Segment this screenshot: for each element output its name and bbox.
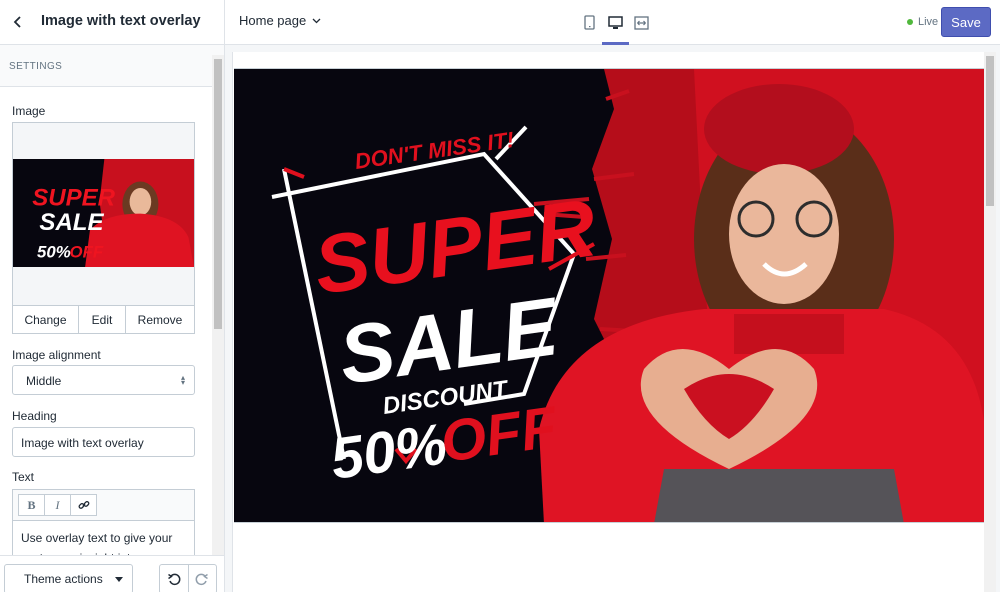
back-button[interactable] <box>8 12 28 32</box>
link-icon <box>78 501 89 509</box>
redo-button[interactable] <box>189 565 217 592</box>
section-title: Image with text overlay <box>41 13 201 29</box>
theme-actions-button[interactable]: Theme actions <box>4 564 133 592</box>
svg-text:OFF: OFF <box>69 243 103 262</box>
image-actions: Change Edit Remove <box>12 305 195 334</box>
live-status: Live <box>907 16 938 28</box>
full-width-view-button[interactable] <box>629 0 654 45</box>
desktop-view-button[interactable] <box>602 0 629 45</box>
caret-down-icon <box>114 576 123 582</box>
svg-text:SUPER: SUPER <box>32 184 116 211</box>
sidebar-scrollbar[interactable] <box>212 55 224 555</box>
page-selector-label: Home page <box>239 13 307 28</box>
image-label: Image <box>12 104 46 118</box>
viewport-switcher <box>577 0 655 45</box>
heading-input[interactable]: Image with text overlay <box>12 427 195 457</box>
preview-frame: DON'T MISS IT! SUPER SALE DISCOUNT 50% O… <box>232 52 985 592</box>
text-editor-toolbar: B I <box>12 489 195 520</box>
expand-icon <box>634 15 649 30</box>
link-button[interactable] <box>70 494 97 516</box>
chevron-left-icon <box>13 16 21 28</box>
alignment-label: Image alignment <box>12 348 101 362</box>
settings-sidebar: SETTINGS Image SUPER SALE 50% OFF Change… <box>0 45 225 592</box>
mobile-view-button[interactable] <box>577 0 602 45</box>
live-status-dot <box>907 19 913 25</box>
undo-icon <box>167 573 181 586</box>
page-selector[interactable]: Home page <box>239 13 321 28</box>
edit-image-button[interactable]: Edit <box>79 306 126 333</box>
history-controls <box>159 564 217 592</box>
select-arrows-icon: ▴ ▾ <box>180 373 185 387</box>
preview-scrollbar[interactable] <box>984 52 996 592</box>
heading-label: Heading <box>12 409 57 423</box>
image-preview-box[interactable]: SUPER SALE 50% OFF <box>12 122 195 305</box>
change-image-button[interactable]: Change <box>13 306 79 333</box>
chevron-down-icon <box>312 18 321 23</box>
remove-image-button[interactable]: Remove <box>126 306 194 333</box>
settings-header: SETTINGS <box>0 45 224 87</box>
top-bar: Image with text overlay Home page Live S… <box>0 0 1000 45</box>
alignment-select[interactable]: Middle ▴ ▾ <box>12 365 195 395</box>
undo-button[interactable] <box>160 565 189 592</box>
divider <box>224 0 225 45</box>
redo-icon <box>195 573 209 586</box>
banner-graphic: DON'T MISS IT! SUPER SALE DISCOUNT 50% O… <box>234 69 985 522</box>
bold-button[interactable]: B <box>18 494 45 516</box>
desktop-icon <box>608 15 623 29</box>
svg-text:SALE: SALE <box>39 209 104 236</box>
alignment-value: Middle <box>26 374 62 388</box>
sidebar-scrollbar-thumb[interactable] <box>214 59 222 329</box>
sidebar-footer: Theme actions <box>0 555 224 592</box>
theme-preview: DON'T MISS IT! SUPER SALE DISCOUNT 50% O… <box>225 45 1000 592</box>
theme-actions-label: Theme actions <box>24 572 103 586</box>
svg-text:50%: 50% <box>37 243 71 262</box>
preview-scrollbar-thumb[interactable] <box>986 56 994 206</box>
banner-thumbnail: SUPER SALE 50% OFF <box>13 159 194 267</box>
save-button[interactable]: Save <box>941 7 991 37</box>
live-status-label: Live <box>918 16 939 28</box>
image-with-text-overlay-banner[interactable]: DON'T MISS IT! SUPER SALE DISCOUNT 50% O… <box>234 68 985 523</box>
italic-button[interactable]: I <box>44 494 71 516</box>
mobile-icon <box>583 15 595 30</box>
text-label: Text <box>12 470 35 484</box>
